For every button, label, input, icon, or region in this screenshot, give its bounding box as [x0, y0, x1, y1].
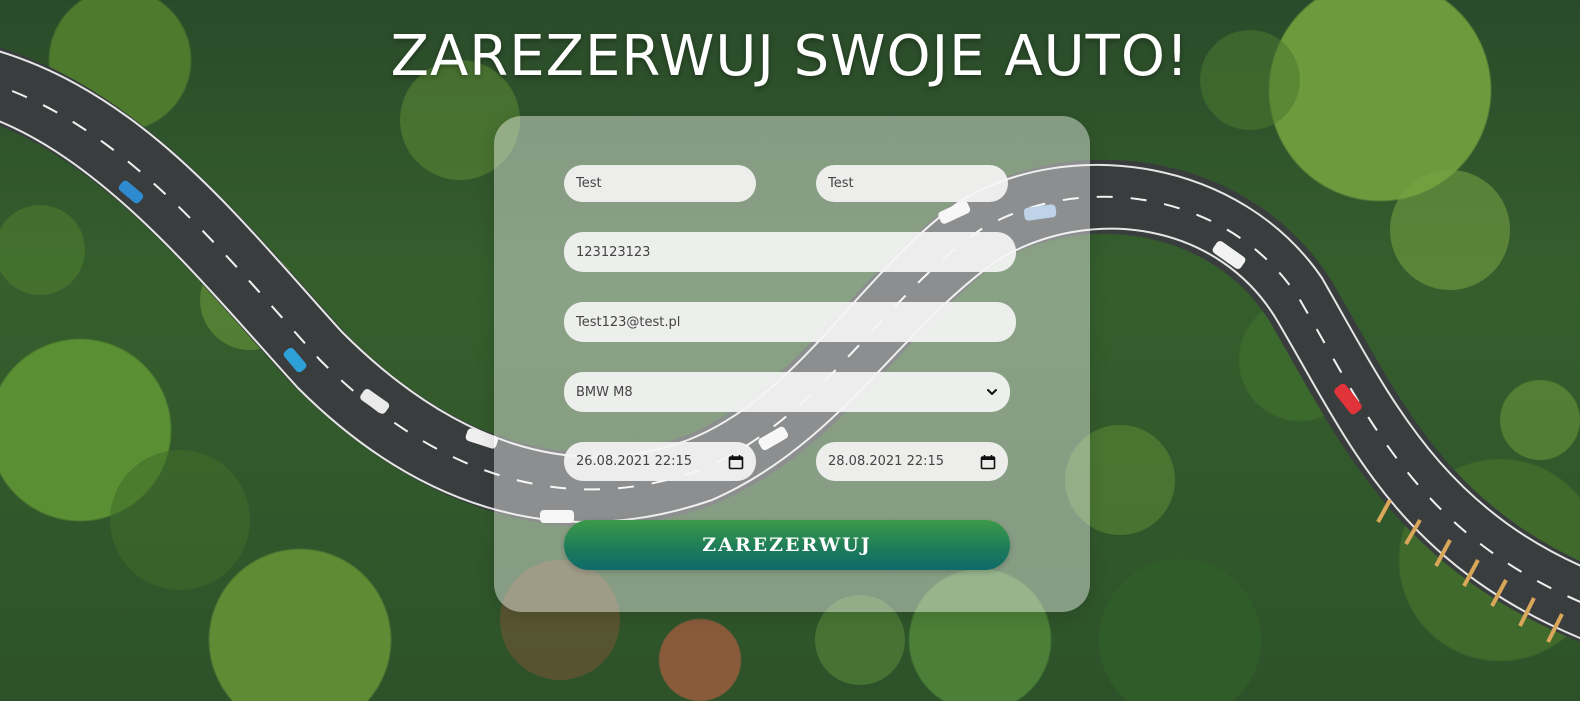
- phone-input[interactable]: 123123123: [564, 232, 1016, 272]
- calendar-icon[interactable]: [980, 454, 996, 470]
- car-select-value: BMW M8: [576, 384, 633, 400]
- phone-value: 123123123: [576, 244, 651, 260]
- email-value: Test123@test.pl: [576, 314, 681, 330]
- date-to-value: 28.08.2021 22:15: [828, 454, 945, 469]
- car-select[interactable]: BMW M8: [564, 372, 1010, 412]
- date-to-input[interactable]: 28.08.2021 22:15: [816, 442, 1008, 481]
- chevron-down-icon[interactable]: [986, 386, 998, 398]
- email-input[interactable]: Test123@test.pl: [564, 302, 1016, 342]
- first-name-value: Test: [576, 176, 602, 191]
- last-name-input[interactable]: Test: [816, 165, 1008, 202]
- date-from-input[interactable]: 26.08.2021 22:15: [564, 442, 756, 481]
- page-title: ZAREZERWUJ SWOJE AUTO!: [390, 24, 1190, 89]
- first-name-input[interactable]: Test: [564, 165, 756, 202]
- reserve-button-label: ZAREZERWUJ: [702, 534, 872, 556]
- reserve-button[interactable]: ZAREZERWUJ: [564, 520, 1010, 570]
- last-name-value: Test: [828, 176, 854, 191]
- page: ZAREZERWUJ SWOJE AUTO! Test Test 1231231…: [0, 0, 1580, 701]
- calendar-icon[interactable]: [728, 454, 744, 470]
- date-from-value: 26.08.2021 22:15: [576, 454, 693, 469]
